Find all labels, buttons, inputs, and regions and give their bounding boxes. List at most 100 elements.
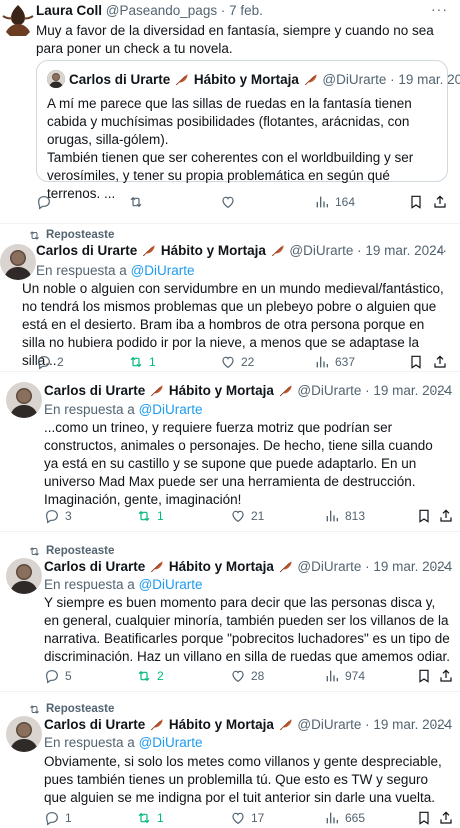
author-handle[interactable]: @DiUrarte bbox=[297, 559, 361, 574]
author-handle[interactable]: @DiUrarte bbox=[297, 383, 361, 398]
retweet-icon bbox=[28, 229, 41, 242]
avatar[interactable] bbox=[6, 558, 42, 594]
reply-icon bbox=[44, 508, 60, 524]
more-icon[interactable]: ··· bbox=[431, 715, 448, 733]
avatar[interactable] bbox=[6, 382, 42, 418]
author-name[interactable]: Carlos di Urarte bbox=[44, 383, 145, 398]
retweet-button[interactable]: 1 bbox=[136, 808, 164, 828]
feather-emoji-icon bbox=[150, 560, 164, 573]
like-count: 17 bbox=[251, 811, 265, 825]
reply-handle-link[interactable]: @DiUrarte bbox=[131, 263, 195, 278]
retweet-button[interactable]: 1 bbox=[136, 506, 164, 526]
more-icon[interactable]: ··· bbox=[431, 557, 448, 575]
tweet-header: Carlos di Urarte Hábito y Mortaja @DiUra… bbox=[36, 242, 444, 260]
bookmark-button[interactable] bbox=[416, 808, 432, 828]
views-button[interactable]: 974 bbox=[324, 666, 365, 686]
tweet-header: Carlos di Urarte Hábito y Mortaja @DiUra… bbox=[44, 558, 452, 576]
quote-text: A mí me parece que las sillas de ruedas … bbox=[47, 96, 414, 201]
bookmark-button[interactable] bbox=[416, 506, 432, 526]
reply-count: 2 bbox=[57, 355, 64, 369]
avatar[interactable] bbox=[6, 716, 42, 752]
feather-emoji-icon bbox=[142, 244, 156, 257]
author-name-suffix[interactable]: Hábito y Mortaja bbox=[169, 717, 274, 732]
tweet-carlos-3[interactable]: Reposteaste Carlos di Urarte Hábito y Mo… bbox=[0, 532, 460, 692]
reply-handle-link[interactable]: @DiUrarte bbox=[139, 577, 203, 592]
share-button[interactable] bbox=[438, 808, 454, 828]
author-name[interactable]: Carlos di Urarte bbox=[44, 559, 145, 574]
views-count: 164 bbox=[335, 195, 356, 209]
reply-context: En respuesta a @DiUrarte bbox=[36, 262, 195, 280]
like-count: 28 bbox=[251, 669, 265, 683]
tweet-carlos-4[interactable]: Reposteaste Carlos di Urarte Hábito y Mo… bbox=[0, 692, 460, 827]
reply-icon bbox=[36, 194, 52, 210]
like-button[interactable]: 21 bbox=[230, 506, 264, 526]
views-button[interactable]: 637 bbox=[314, 352, 355, 372]
author-name-suffix[interactable]: Hábito y Mortaja bbox=[169, 559, 274, 574]
tweet-carlos-2[interactable]: Carlos di Urarte Hábito y Mortaja @DiUra… bbox=[0, 372, 460, 532]
like-button[interactable]: 17 bbox=[230, 808, 264, 828]
action-bar: 2 1 22 637 bbox=[36, 352, 448, 372]
retweet-icon bbox=[136, 810, 152, 826]
tweet-text: Obviamente, si solo los metes como villa… bbox=[44, 754, 446, 805]
more-icon[interactable]: ··· bbox=[431, 0, 448, 18]
feather-emoji-icon bbox=[279, 560, 293, 573]
bookmark-button[interactable] bbox=[408, 192, 424, 212]
bookmark-button[interactable] bbox=[408, 352, 424, 372]
retweet-count: 1 bbox=[149, 355, 156, 369]
avatar[interactable] bbox=[0, 2, 36, 38]
author-name[interactable]: Carlos di Urarte bbox=[36, 243, 137, 258]
author-name-suffix[interactable]: Hábito y Mortaja bbox=[169, 383, 274, 398]
reply-button[interactable]: 3 bbox=[44, 506, 72, 526]
author-handle[interactable]: @DiUrarte bbox=[297, 717, 361, 732]
retweet-button[interactable]: 2 bbox=[136, 666, 164, 686]
author-name-suffix[interactable]: Hábito y Mortaja bbox=[161, 243, 266, 258]
like-count: 22 bbox=[241, 355, 255, 369]
reply-handle-link[interactable]: @DiUrarte bbox=[139, 402, 203, 417]
author-handle[interactable]: @Paseando_pags bbox=[106, 3, 217, 18]
tweet-date[interactable]: · 7 feb. bbox=[221, 3, 263, 18]
share-button[interactable] bbox=[438, 666, 454, 686]
author-handle[interactable]: @DiUrarte bbox=[289, 243, 353, 258]
reply-button[interactable]: 2 bbox=[36, 352, 64, 372]
retweet-count: 2 bbox=[157, 669, 164, 683]
quoted-tweet[interactable]: Carlos di Urarte Hábito y Mortaja @DiUra… bbox=[36, 60, 460, 201]
reply-button[interactable] bbox=[36, 192, 57, 212]
views-button[interactable]: 164 bbox=[314, 192, 355, 212]
share-button[interactable] bbox=[438, 506, 454, 526]
like-button[interactable]: 22 bbox=[220, 352, 254, 372]
bookmark-icon bbox=[408, 194, 424, 210]
quote-handle: @DiUrarte bbox=[322, 72, 387, 87]
reply-button[interactable]: 5 bbox=[44, 666, 72, 686]
views-button[interactable]: 813 bbox=[324, 506, 365, 526]
reply-prefix: En respuesta a bbox=[44, 577, 135, 592]
share-icon bbox=[432, 194, 448, 210]
reply-prefix: En respuesta a bbox=[44, 735, 135, 750]
author-name[interactable]: Carlos di Urarte bbox=[44, 717, 145, 732]
share-button[interactable] bbox=[432, 352, 448, 372]
avatar[interactable] bbox=[0, 244, 36, 280]
tweet-laura[interactable]: Laura Coll @Paseando_pags · 7 feb. ··· M… bbox=[0, 0, 460, 224]
author-name[interactable]: Laura Coll bbox=[36, 3, 102, 18]
bookmark-button[interactable] bbox=[416, 666, 432, 686]
quote-header: Carlos di Urarte Hábito y Mortaja @DiUra… bbox=[47, 70, 460, 89]
views-count: 813 bbox=[345, 509, 366, 523]
share-icon bbox=[438, 810, 454, 826]
like-button[interactable]: 28 bbox=[230, 666, 264, 686]
retweet-count: 1 bbox=[157, 811, 164, 825]
reply-button[interactable]: 1 bbox=[44, 808, 72, 828]
reply-handle-link[interactable]: @DiUrarte bbox=[139, 735, 203, 750]
retweet-button[interactable] bbox=[128, 192, 149, 212]
retweet-count: 1 bbox=[157, 509, 164, 523]
share-icon bbox=[432, 354, 448, 370]
reply-icon bbox=[44, 668, 60, 684]
like-button[interactable] bbox=[220, 192, 241, 212]
bookmark-icon bbox=[408, 354, 424, 370]
views-button[interactable]: 665 bbox=[324, 808, 365, 828]
more-icon[interactable]: ··· bbox=[431, 381, 448, 399]
tweet-carlos-1[interactable]: Reposteaste Carlos di Urarte Hábito y Mo… bbox=[0, 224, 460, 372]
reply-context: En respuesta a @DiUrarte bbox=[44, 576, 203, 594]
share-button[interactable] bbox=[432, 192, 448, 212]
retweet-button[interactable]: 1 bbox=[128, 352, 156, 372]
tweet-header: Carlos di Urarte Hábito y Mortaja @DiUra… bbox=[44, 716, 452, 734]
more-icon[interactable]: ··· bbox=[431, 241, 448, 259]
